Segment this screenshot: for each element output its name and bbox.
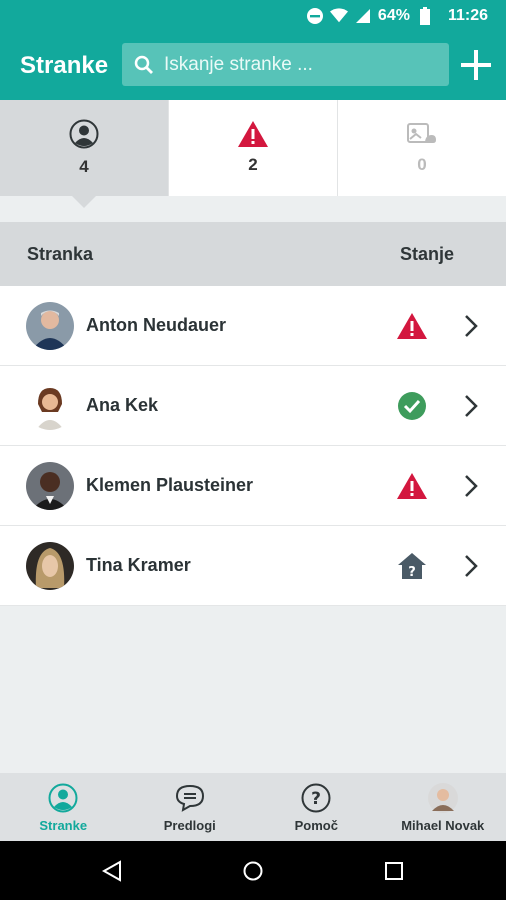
system-navigation-bar (0, 841, 506, 900)
avatar (26, 541, 74, 590)
cell-signal-icon (354, 7, 372, 25)
do-not-disturb-icon (306, 7, 324, 25)
filter-tabs: 4 2 0 (0, 100, 506, 208)
home-icon[interactable] (243, 861, 263, 881)
person-circle-icon (69, 119, 99, 149)
table-header: Stranka Stanje (0, 222, 506, 286)
search-box[interactable] (122, 43, 449, 86)
back-icon[interactable] (101, 860, 121, 882)
avatar (26, 301, 74, 350)
nav-label: Stranke (39, 817, 88, 833)
list-item[interactable]: Klemen Plausteiner (0, 446, 506, 526)
state-warning-icon (397, 312, 427, 340)
client-name: Ana Kek (86, 395, 159, 415)
avatar (26, 381, 74, 430)
wifi-icon (329, 7, 348, 25)
svg-text:?: ? (311, 789, 321, 809)
filter-count: 0 (417, 155, 427, 174)
app-bar: Stranke (0, 32, 506, 100)
bottom-navigation: Stranke Predlogi ? Pomoč Mihael Novak (0, 773, 506, 841)
chevron-right-icon[interactable] (463, 474, 479, 498)
filter-count: 2 (248, 155, 258, 174)
clock: 11:26 (447, 7, 488, 24)
filter-tab-all[interactable]: 4 (0, 100, 169, 208)
nav-label: Pomoč (294, 817, 338, 833)
list-item[interactable]: Tina Kramer ? (0, 526, 506, 606)
page-title: Stranke (20, 52, 109, 79)
nav-label: Predlogi (163, 817, 216, 833)
chat-bubble-icon (174, 782, 206, 814)
search-icon (134, 55, 153, 74)
filter-tab-offline[interactable]: 0 (338, 100, 506, 196)
search-input[interactable] (164, 53, 444, 76)
chevron-right-icon[interactable] (463, 394, 479, 418)
client-name: Klemen Plausteiner (86, 475, 254, 495)
plus-icon (461, 50, 491, 80)
client-name: Anton Neudauer (86, 315, 227, 335)
filter-count: 4 (79, 157, 89, 176)
column-header-client: Stranka (27, 243, 94, 264)
nav-label: Mihael Novak (401, 817, 485, 833)
nav-item-profile[interactable]: Mihael Novak (380, 773, 506, 841)
client-list: Anton Neudauer Ana Kek Klemen Plausteine… (0, 286, 506, 606)
recents-icon[interactable] (385, 862, 403, 880)
state-home-alert-icon: ? (397, 552, 427, 580)
no-signal-icon (407, 123, 436, 143)
chevron-right-icon[interactable] (463, 314, 479, 338)
chevron-right-icon[interactable] (463, 554, 479, 578)
person-circle-icon (47, 782, 79, 814)
add-client-button[interactable] (460, 49, 492, 81)
avatar (26, 461, 74, 510)
state-warning-icon (397, 472, 427, 500)
battery-icon (416, 7, 434, 25)
client-name: Tina Kramer (86, 555, 191, 575)
column-header-state: Stanje (399, 243, 454, 264)
svg-text:?: ? (408, 565, 416, 580)
nav-item-predlogi[interactable]: Predlogi (127, 773, 254, 841)
help-icon: ? (300, 782, 332, 814)
filter-tab-warnings[interactable]: 2 (169, 100, 338, 196)
status-bar: 64% 11:26 (0, 0, 506, 32)
nav-item-pomoc[interactable]: ? Pomoč (253, 773, 380, 841)
battery-percent: 64% (377, 7, 410, 24)
state-ok-icon (397, 392, 427, 420)
warning-icon (238, 121, 268, 147)
list-item[interactable]: Ana Kek (0, 366, 506, 446)
avatar (427, 782, 459, 814)
list-item[interactable]: Anton Neudauer (0, 286, 506, 366)
nav-item-stranke[interactable]: Stranke (0, 773, 127, 841)
